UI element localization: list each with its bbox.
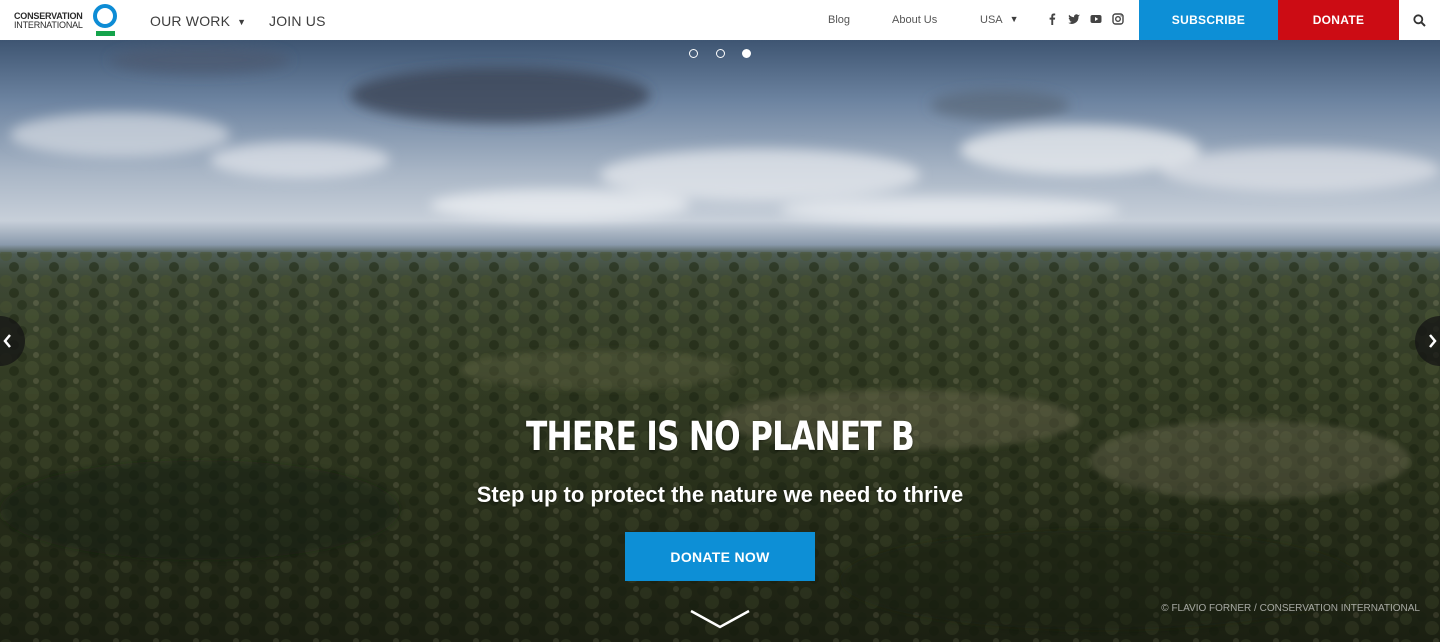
nav-join-us-label: JOIN US (269, 13, 326, 29)
logo-bar-icon (96, 31, 115, 36)
donate-now-button[interactable]: DONATE NOW (625, 532, 815, 581)
caret-down-icon: ▼ (1009, 14, 1019, 24)
hero-headline: THERE IS NO PLANET B (525, 414, 915, 460)
scroll-down-chevron-icon[interactable] (689, 608, 751, 630)
nav-about-us[interactable]: About Us (892, 14, 937, 26)
chevron-left-icon (3, 334, 11, 348)
country-selector[interactable]: USA ▼ (980, 14, 1019, 26)
hero-slideshow: THERE IS NO PLANET B Step up to protect … (0, 40, 1440, 642)
photo-credit: © FLAVIO FORNER / CONSERVATION INTERNATI… (1161, 603, 1420, 614)
logo-text-line2: INTERNATIONAL (14, 20, 83, 30)
subscribe-button[interactable]: SUBSCRIBE (1139, 0, 1278, 40)
hero-subheadline: Step up to protect the nature we need to… (476, 482, 964, 507)
search-button[interactable] (1399, 0, 1440, 40)
slide-dot-2[interactable] (716, 49, 725, 58)
slide-dot-3[interactable] (742, 49, 751, 58)
twitter-icon[interactable] (1067, 12, 1081, 26)
nav-our-work[interactable]: OUR WORK ▼ (150, 13, 246, 29)
nav-our-work-label: OUR WORK (150, 13, 231, 29)
donate-button[interactable]: DONATE (1278, 0, 1399, 40)
caret-down-icon: ▼ (237, 17, 247, 27)
conservation-international-logo[interactable]: CONSERVATION INTERNATIONAL (14, 3, 120, 37)
search-icon (1413, 13, 1426, 27)
instagram-icon[interactable] (1111, 12, 1125, 26)
chevron-right-icon (1429, 334, 1437, 348)
logo-ring-icon (93, 4, 117, 28)
top-navigation: CONSERVATION INTERNATIONAL OUR WORK ▼ JOI… (0, 0, 1440, 40)
youtube-icon[interactable] (1089, 12, 1103, 26)
nav-blog[interactable]: Blog (828, 14, 850, 26)
facebook-icon[interactable] (1045, 12, 1059, 26)
country-selector-label: USA (980, 14, 1003, 26)
nav-join-us[interactable]: JOIN US (269, 13, 326, 29)
slide-dot-1[interactable] (689, 49, 698, 58)
